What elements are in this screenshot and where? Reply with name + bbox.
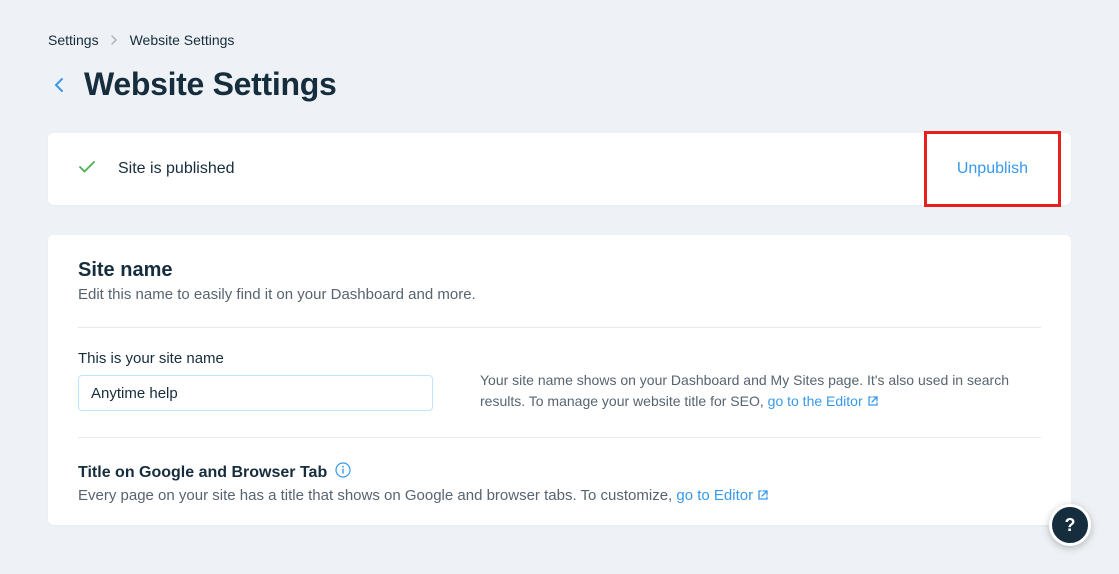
back-button[interactable] bbox=[48, 74, 70, 96]
publish-status-text: Site is published bbox=[118, 160, 235, 178]
unpublish-highlight-box: Unpublish bbox=[924, 131, 1061, 207]
unpublish-button[interactable]: Unpublish bbox=[957, 160, 1028, 177]
external-link-icon bbox=[867, 392, 879, 413]
page-title: Website Settings bbox=[84, 66, 336, 103]
go-to-editor-link[interactable]: go to Editor bbox=[676, 487, 753, 504]
site-name-input[interactable] bbox=[78, 375, 433, 411]
help-fab-button[interactable]: ? bbox=[1049, 504, 1091, 546]
site-name-help-text: Your site name shows on your Dashboard a… bbox=[480, 370, 1041, 413]
go-to-editor-link[interactable]: go to the Editor bbox=[768, 393, 863, 409]
external-link-icon bbox=[757, 488, 769, 505]
chevron-left-icon bbox=[54, 77, 64, 93]
chevron-right-icon bbox=[111, 32, 118, 48]
breadcrumb-current: Website Settings bbox=[130, 32, 235, 48]
check-icon bbox=[78, 160, 96, 179]
question-mark-icon: ? bbox=[1065, 515, 1076, 536]
site-name-heading: Site name bbox=[78, 259, 1041, 282]
publish-status-card: Site is published Unpublish bbox=[48, 133, 1071, 205]
site-name-input-label: This is your site name bbox=[78, 350, 468, 367]
breadcrumb: Settings Website Settings bbox=[48, 32, 1071, 48]
info-icon[interactable] bbox=[335, 462, 351, 483]
site-name-card: Site name Edit this name to easily find … bbox=[48, 235, 1071, 525]
title-on-google-heading: Title on Google and Browser Tab bbox=[78, 464, 327, 482]
site-name-subheading: Edit this name to easily find it on your… bbox=[78, 286, 1041, 303]
breadcrumb-parent[interactable]: Settings bbox=[48, 32, 99, 48]
title-on-google-desc: Every page on your site has a title that… bbox=[78, 487, 1041, 505]
